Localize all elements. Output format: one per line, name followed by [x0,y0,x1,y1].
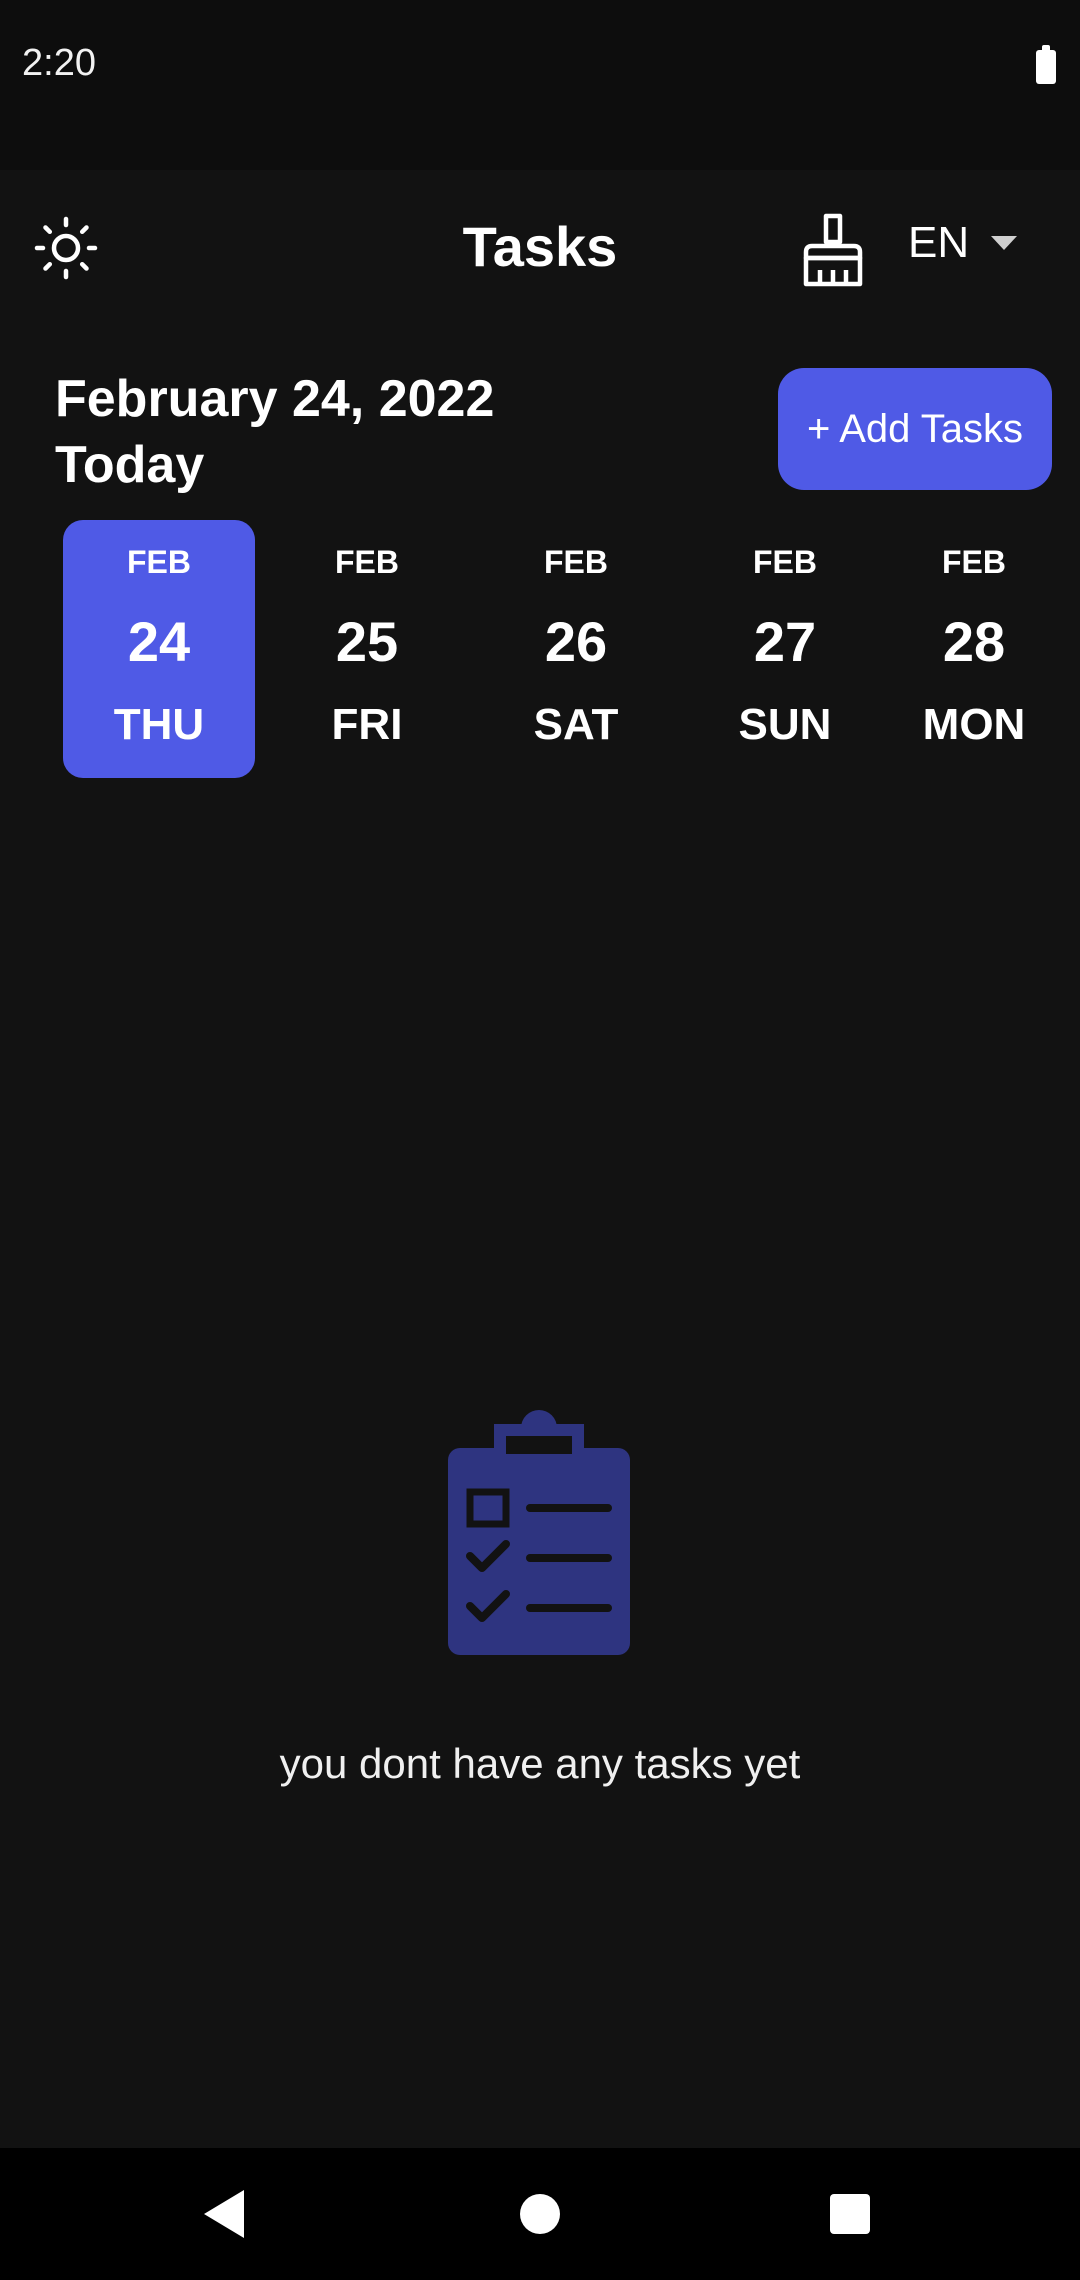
date-heading: February 24, 2022 Today [55,366,494,498]
add-tasks-button[interactable]: + Add Tasks [778,368,1052,490]
home-circle-icon[interactable] [520,2194,560,2234]
day-item-25[interactable]: FEB 25 FRI [271,520,463,778]
back-triangle-icon[interactable] [204,2190,244,2238]
day-date: 28 [942,610,1006,673]
day-month: FEB [335,544,399,580]
today-label: Today [55,436,205,494]
day-weekday: THU [113,700,205,749]
clipboard-checklist-icon [448,1410,630,1655]
language-selector[interactable]: EN [908,218,1018,268]
caret-down-icon [991,236,1018,250]
day-item-27[interactable]: FEB 27 SUN [689,520,881,778]
recents-square-icon[interactable] [830,2194,870,2234]
day-month: FEB [544,544,608,580]
day-item-26[interactable]: FEB 26 SAT [480,520,672,778]
day-date: 27 [753,610,817,673]
day-month: FEB [942,544,1006,580]
status-bar: 2:20 [0,0,1080,170]
empty-state-message: you dont have any tasks yet [279,1740,801,1787]
day-selector: FEB 24 THU FEB 25 FRI FEB 26 SAT FEB 27 … [0,520,1080,780]
day-weekday: FRI [331,700,403,749]
current-date: February 24, 2022 [55,370,495,428]
system-nav-bar [0,2148,1080,2280]
day-month: FEB [753,544,817,580]
day-date: 25 [335,610,399,673]
status-time: 2:20 [22,42,96,84]
day-item-24[interactable]: FEB 24 THU [63,520,255,778]
day-date: 24 [127,610,191,673]
language-label: EN [908,218,970,267]
battery-full-icon [1036,45,1056,84]
day-item-28[interactable]: FEB 28 MON [878,520,1070,778]
day-month: FEB [127,544,191,580]
day-weekday: MON [922,700,1026,749]
broom-icon [803,213,863,287]
day-date: 26 [544,610,608,673]
clear-tasks-button[interactable] [798,212,868,288]
day-weekday: SAT [533,700,619,749]
day-weekday: SUN [738,700,832,749]
